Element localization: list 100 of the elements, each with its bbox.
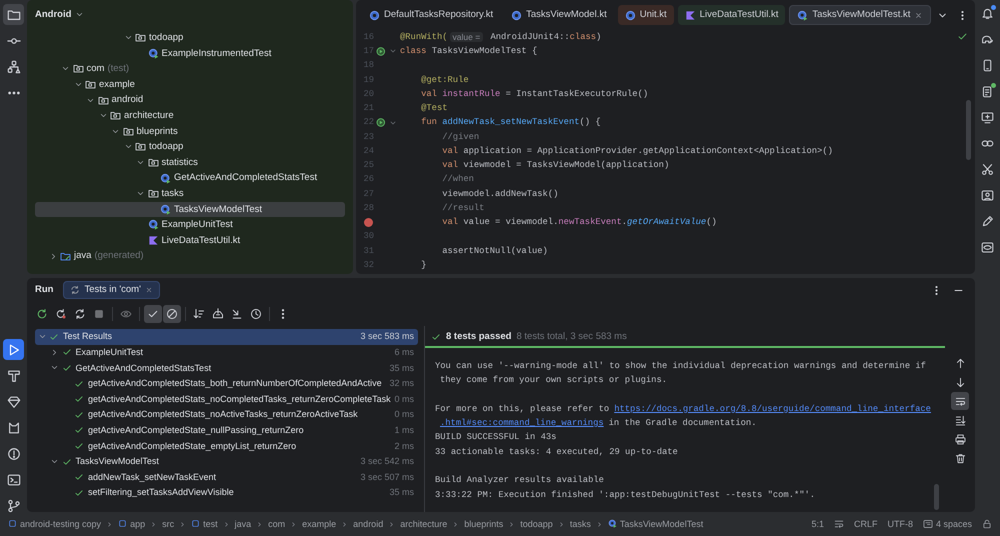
- file-row[interactable]: TasksViewModelTest: [35, 202, 345, 218]
- file-row[interactable]: GetActiveAndCompletedStatsTest: [35, 170, 345, 186]
- test-duration: 35 ms: [389, 487, 414, 498]
- test-row[interactable]: GetActiveAndCompletedStatsTest 35 ms: [35, 360, 418, 376]
- class-icon: [511, 10, 522, 20]
- folder-icon: [72, 63, 84, 74]
- class-icon: [369, 10, 380, 20]
- folder-row[interactable]: statistics: [35, 154, 345, 170]
- file-row[interactable]: ExampleUnitTest: [35, 217, 345, 233]
- folder-icon: [60, 250, 71, 262]
- folder-row[interactable]: java (generated): [35, 248, 345, 264]
- breadcrumb[interactable]: android-testing copy: [20, 518, 102, 530]
- eye-icon: [120, 308, 132, 320]
- test-row[interactable]: TasksViewModelTest 3 sec 542 ms: [35, 454, 418, 470]
- phone-icon: [981, 59, 994, 72]
- breadcrumb[interactable]: tasks: [570, 518, 591, 530]
- breadcrumb[interactable]: test: [203, 518, 218, 530]
- ignored-icon: [166, 308, 178, 320]
- folder-icon: [98, 94, 108, 106]
- line-separator[interactable]: CRLF: [854, 518, 878, 530]
- elephant-icon: [981, 33, 994, 46]
- console-link[interactable]: .html#sec:command_line_warnings: [440, 418, 604, 429]
- code-token: viewmodel.addNewTask(): [442, 188, 558, 200]
- test-row[interactable]: addNewTask_setNewTaskEvent 3 sec 507 ms: [35, 469, 418, 485]
- test-row[interactable]: Test Results 3 sec 583 ms: [35, 329, 418, 345]
- close-icon[interactable]: [914, 10, 924, 20]
- folder-row[interactable]: blueprints: [35, 124, 345, 140]
- test-row[interactable]: setFiltering_setTasksAddViewVisible 35 ms: [35, 484, 418, 501]
- scrollbar[interactable]: [966, 100, 971, 160]
- breadcrumb[interactable]: android: [353, 518, 384, 530]
- folder-row[interactable]: architecture: [35, 108, 345, 124]
- test-run-icon: [70, 285, 80, 295]
- editor-tab[interactable]: TasksViewModelTest.kt: [789, 5, 932, 25]
- run-tool-button[interactable]: [3, 339, 24, 360]
- test-class-icon: [160, 172, 171, 184]
- file-encoding[interactable]: UTF-8: [887, 518, 913, 530]
- code-token: addNewTask_setNewTaskEvent: [442, 117, 580, 128]
- code-token: getOrAwaitValue: [627, 217, 706, 228]
- folder-row[interactable]: todoapp: [35, 30, 345, 46]
- file-row[interactable]: ExampleInstrumentedTest: [35, 46, 345, 62]
- test-row[interactable]: getActiveAndCompletedState_nullPassing_returnZero 1 ms: [35, 422, 418, 438]
- item-note: (generated): [93, 250, 144, 262]
- console-text: they come from your own scripts or plugins.: [440, 375, 667, 386]
- indent-setting[interactable]: 4 spaces: [936, 518, 972, 530]
- editor-tab[interactable]: Unit.kt: [618, 5, 674, 25]
- code-token: @get:Rule: [421, 74, 469, 86]
- close-icon[interactable]: [144, 286, 153, 294]
- editor-tab[interactable]: TasksViewModel.kt: [504, 5, 614, 25]
- console-text: BUILD SUCCESSFUL in 43s: [435, 432, 556, 443]
- separator-icon: [222, 520, 230, 528]
- scrollbar[interactable]: [934, 484, 939, 510]
- check-button[interactable]: [144, 305, 162, 323]
- caret-position[interactable]: 5:1: [811, 518, 824, 530]
- run-test-icon[interactable]: [376, 46, 386, 57]
- breadcrumb[interactable]: blueprints: [464, 518, 504, 530]
- trash-icon: [954, 452, 966, 464]
- lock-icon[interactable]: [982, 518, 992, 529]
- file-row[interactable]: LiveDataTestUtil.kt: [35, 232, 345, 248]
- code-token: val: [442, 146, 458, 156]
- folder-row[interactable]: android: [35, 92, 345, 108]
- separator-icon: [290, 520, 298, 528]
- ignored-button[interactable]: [163, 305, 181, 323]
- folder-row[interactable]: com (test): [35, 61, 345, 77]
- wrap-icon[interactable]: [834, 518, 844, 529]
- run-tab[interactable]: Tests in 'com': [63, 281, 160, 299]
- project-view-selector[interactable]: Android: [35, 9, 84, 21]
- wrap-button[interactable]: [951, 392, 969, 410]
- folder-row[interactable]: todoapp: [35, 139, 345, 155]
- editor-tab[interactable]: LiveDataTestUtil.kt: [678, 5, 786, 25]
- breadcrumb[interactable]: architecture: [400, 518, 448, 530]
- breadcrumb[interactable]: src: [162, 518, 174, 530]
- rerun-failed-icon: [55, 308, 67, 320]
- run-test-icon[interactable]: [376, 117, 386, 128]
- separator-icon: [388, 520, 396, 528]
- breadcrumb[interactable]: todoapp: [520, 518, 553, 530]
- breadcrumb[interactable]: app: [130, 518, 146, 530]
- breadcrumb[interactable]: com: [268, 518, 286, 530]
- console-text: 3:33:22 PM: Execution finished ':app:testDebugUnitTest --tests "com.*"'.: [435, 490, 816, 500]
- breadcrumb[interactable]: example: [302, 518, 336, 530]
- separator-icon: [256, 520, 264, 528]
- test-row[interactable]: ExampleUnitTest 6 ms: [35, 344, 418, 360]
- chevron-icon[interactable]: [50, 348, 59, 357]
- breadcrumb[interactable]: TasksViewModelTest: [620, 518, 704, 530]
- project-tool-button[interactable]: [3, 4, 24, 25]
- test-row[interactable]: getActiveAndCompletedStats_noCompletedTasks_returnZeroCompleteTask 0 ms: [35, 391, 418, 407]
- breadcrumb[interactable]: java: [234, 518, 252, 530]
- editor-tab[interactable]: DefaultTasksRepository.kt: [362, 5, 500, 25]
- console-text: in the Gradle documentation.: [608, 418, 756, 429]
- test-row[interactable]: getActiveAndCompletedState_emptyList_returnZero 2 ms: [35, 438, 418, 454]
- folder-row[interactable]: example: [35, 76, 345, 92]
- console-link[interactable]: https://docs.gradle.org/8.8/userguide/command_line_interface: [614, 404, 931, 414]
- folder-row[interactable]: tasks: [35, 186, 345, 202]
- breakpoint-icon[interactable]: [364, 218, 373, 227]
- code-token: ): [596, 32, 602, 42]
- folder-icon: [122, 126, 134, 137]
- test-row[interactable]: getActiveAndCompletedStats_both_returnNumberOfCompletedAndActive 32 ms: [35, 376, 418, 392]
- screen-plus-icon: [981, 111, 994, 124]
- structure-icon: [6, 60, 20, 74]
- test-row[interactable]: getActiveAndCompletedStats_noActiveTasks_returnZeroActiveTask 0 ms: [35, 406, 418, 423]
- test-class-icon: [148, 48, 158, 59]
